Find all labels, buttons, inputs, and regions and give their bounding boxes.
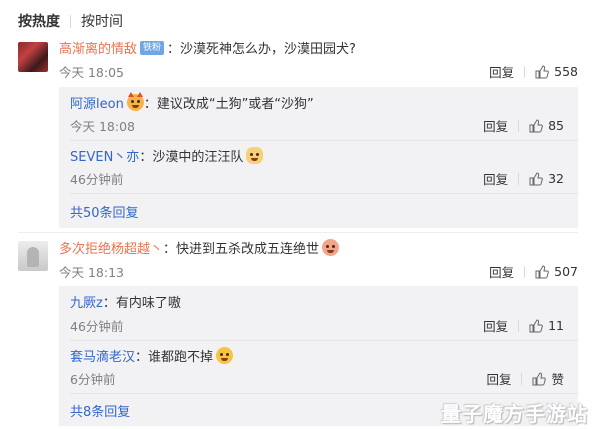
reply-username[interactable]: 九厥z [70, 292, 103, 311]
reply-button[interactable]: 回复 [489, 62, 514, 81]
comment-username[interactable]: 多次拒绝杨超越丶 [59, 238, 163, 257]
like-count: 32 [548, 171, 564, 186]
comment-divider [18, 232, 578, 233]
like-button-label[interactable]: 赞 [551, 369, 564, 388]
reply-username[interactable]: 阿源leon [70, 93, 124, 112]
avatar[interactable] [18, 42, 48, 72]
thumbs-up-icon[interactable] [529, 318, 543, 333]
reply-divider [70, 193, 578, 194]
comment-text: 沙漠死神怎么办，沙漠田园犬? [180, 42, 356, 57]
comment-text: 快进到五杀改成五连绝世 [176, 242, 320, 257]
comment-username[interactable]: 高渐离的情敌 [59, 38, 137, 57]
thumbs-up-icon[interactable] [532, 371, 547, 386]
comment-time: 今天 18:05 [59, 65, 124, 80]
thumbs-up-icon[interactable] [535, 64, 549, 79]
like-count: 558 [554, 64, 578, 79]
reply-actions: 回复 85 [483, 116, 564, 135]
sort-divider [70, 14, 71, 28]
sort-bar: 按热度 按时间 [18, 10, 123, 32]
thumbs-up-icon[interactable] [535, 264, 549, 279]
fan-badge: 铁粉 [140, 40, 165, 55]
grin-emoji-icon [216, 347, 234, 364]
dog-emoji-icon [246, 147, 264, 164]
reply-text: 谁都跑不掉 [148, 350, 214, 365]
avatar[interactable] [18, 241, 48, 271]
comment-actions: 回复 558 [489, 62, 578, 81]
reply-item: 阿源leon ： 建议改成“土狗”或者“沙狗” [70, 92, 314, 112]
reply-button[interactable]: 回复 [483, 316, 508, 335]
reply-divider [70, 340, 578, 341]
like-count: 11 [548, 318, 564, 333]
reply-username[interactable]: SEVEN丶亦 [70, 146, 139, 165]
reply-time: 46分钟前 [70, 319, 124, 334]
like-count: 85 [548, 118, 564, 133]
reply-divider [70, 140, 578, 141]
reply-button[interactable]: 回复 [486, 369, 511, 388]
reply-item: SEVEN丶亦 ： 沙漠中的汪汪队 [70, 146, 264, 165]
comment-header: 高渐离的情敌 铁粉 ： 沙漠死神怎么办，沙漠田园犬? [59, 38, 356, 57]
devil-emoji-icon [126, 92, 144, 111]
reply-item: 九厥z ： 有内味了嗷 [70, 292, 181, 311]
reply-actions: 回复 赞 [486, 369, 564, 388]
reply-item: 套马滴老汉 ： 谁都跑不掉 [70, 346, 234, 365]
reply-button[interactable]: 回复 [483, 169, 508, 188]
more-replies-link[interactable]: 共50条回复 [70, 202, 139, 221]
site-watermark: 量子魔方手游站 [441, 402, 588, 426]
more-replies-link[interactable]: 共8条回复 [70, 401, 130, 420]
reply-actions: 回复 32 [483, 169, 564, 188]
like-count: 507 [554, 264, 578, 279]
reply-time: 今天 18:08 [70, 119, 135, 134]
comment-header: 多次拒绝杨超越丶 ： 快进到五杀改成五连绝世 [59, 238, 340, 257]
reply-text: 建议改成“土狗”或者“沙狗” [156, 97, 314, 112]
comment-actions: 回复 507 [489, 262, 578, 281]
reply-button[interactable]: 回复 [483, 116, 508, 135]
thumbs-up-icon[interactable] [529, 171, 543, 186]
baby-emoji-icon [322, 239, 340, 256]
reply-button[interactable]: 回复 [489, 262, 514, 281]
reply-divider [70, 393, 578, 394]
thumbs-up-icon[interactable] [529, 118, 543, 133]
sort-by-time-tab[interactable]: 按时间 [81, 11, 123, 31]
reply-actions: 回复 11 [483, 316, 564, 335]
reply-text: 沙漠中的汪汪队 [152, 150, 244, 165]
reply-time: 46分钟前 [70, 172, 124, 187]
sort-by-hot-tab[interactable]: 按热度 [18, 11, 60, 31]
reply-username[interactable]: 套马滴老汉 [70, 346, 135, 365]
reply-time: 6分钟前 [70, 372, 116, 387]
comment-time: 今天 18:13 [59, 265, 124, 280]
reply-text: 有内味了嗷 [115, 296, 181, 311]
